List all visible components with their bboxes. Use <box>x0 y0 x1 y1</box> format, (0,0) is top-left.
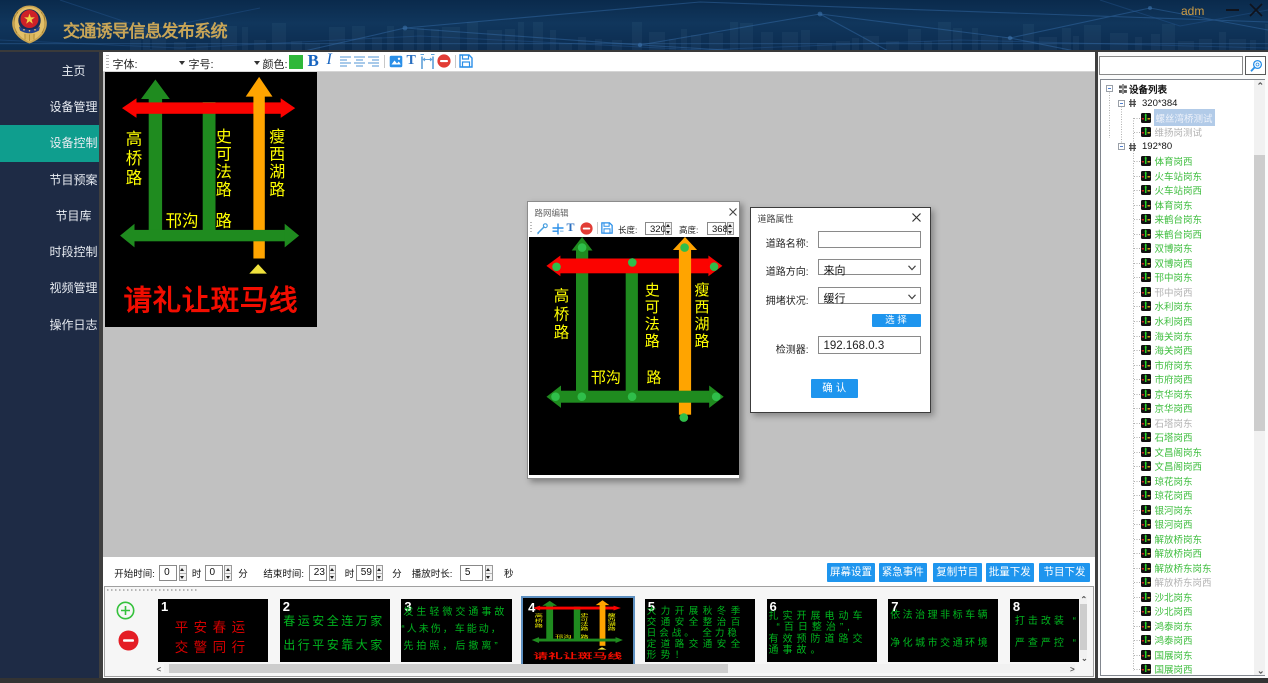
svg-text:西: 西 <box>608 617 617 622</box>
svg-text:西: 西 <box>694 299 709 316</box>
svg-text:路: 路 <box>645 333 660 350</box>
svg-text:路: 路 <box>580 633 589 639</box>
svg-text:路: 路 <box>646 370 661 387</box>
svg-text:瘦: 瘦 <box>608 612 617 618</box>
svg-text:邗沟: 邗沟 <box>166 212 199 231</box>
svg-text:史: 史 <box>645 282 660 299</box>
svg-text:路: 路 <box>535 623 544 629</box>
svg-text:可: 可 <box>645 299 660 316</box>
svg-text:法: 法 <box>216 163 232 181</box>
svg-text:路: 路 <box>269 181 285 199</box>
svg-text:路: 路 <box>694 333 709 350</box>
svg-text:请礼让斑马线: 请礼让斑马线 <box>124 285 298 317</box>
svg-text:请礼让斑马线: 请礼让斑马线 <box>534 652 623 661</box>
svg-text:法: 法 <box>645 316 660 333</box>
svg-text:高: 高 <box>554 287 570 305</box>
svg-text:路: 路 <box>554 324 570 342</box>
svg-text:路: 路 <box>215 212 232 231</box>
svg-text:高: 高 <box>535 613 544 619</box>
svg-text:邗沟: 邗沟 <box>555 633 572 639</box>
svg-text:路: 路 <box>216 181 232 199</box>
svg-text:湖: 湖 <box>694 316 709 333</box>
svg-text:桥: 桥 <box>535 618 544 624</box>
svg-text:可: 可 <box>216 146 232 163</box>
svg-text:高: 高 <box>126 129 143 148</box>
svg-text:史: 史 <box>581 612 590 618</box>
svg-text:可: 可 <box>581 617 590 622</box>
svg-text:桥: 桥 <box>126 149 143 168</box>
svg-text:桥: 桥 <box>554 305 570 323</box>
svg-text:路: 路 <box>126 169 143 188</box>
svg-text:史: 史 <box>216 128 232 146</box>
svg-text:湖: 湖 <box>269 163 285 181</box>
svg-text:西: 西 <box>269 146 285 163</box>
svg-text:邗沟: 邗沟 <box>591 370 621 387</box>
svg-text:瘦: 瘦 <box>269 128 285 146</box>
svg-text:瘦: 瘦 <box>694 282 709 299</box>
